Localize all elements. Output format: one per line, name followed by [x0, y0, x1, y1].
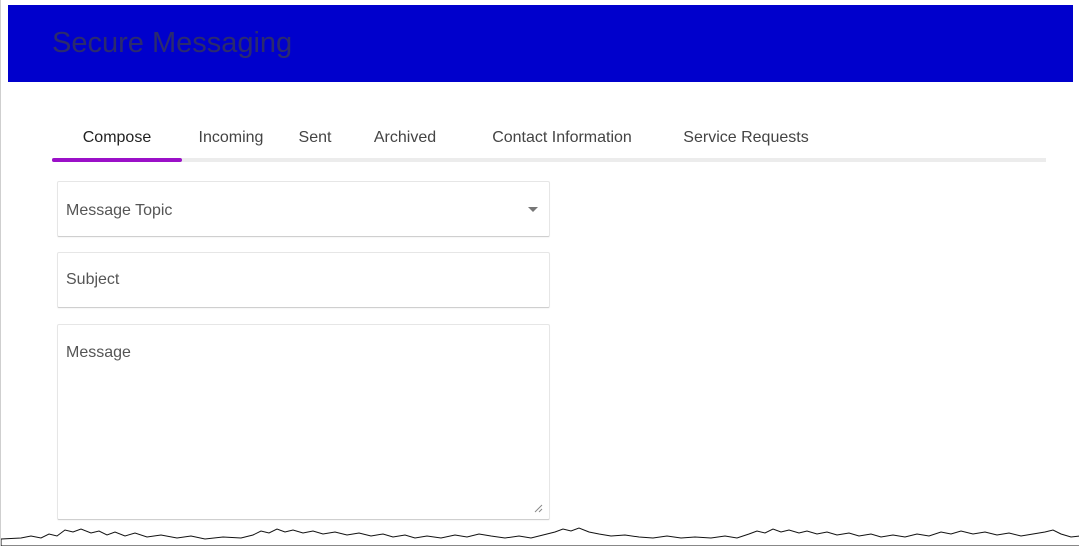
message-field — [57, 324, 550, 520]
resize-handle-icon[interactable] — [533, 503, 543, 513]
tab-compose[interactable]: Compose — [52, 117, 182, 162]
page-title: Secure Messaging — [52, 27, 293, 59]
message-topic-select[interactable]: Message Topic — [57, 181, 550, 237]
subject-field — [57, 252, 550, 308]
message-textarea[interactable] — [58, 325, 549, 519]
torn-edge-decoration — [1, 527, 1079, 546]
app-header: Secure Messaging — [8, 5, 1073, 82]
tab-incoming[interactable]: Incoming — [182, 117, 280, 158]
tab-bar: Compose Incoming Sent Archived Contact I… — [52, 117, 1046, 162]
message-topic-placeholder: Message Topic — [66, 202, 173, 219]
page: Secure Messaging Compose Incoming Sent A… — [0, 0, 1079, 546]
chevron-down-icon — [528, 207, 538, 212]
tab-sent[interactable]: Sent — [280, 117, 350, 158]
subject-input[interactable] — [58, 253, 549, 307]
tab-contact-information[interactable]: Contact Information — [460, 117, 664, 158]
tab-service-requests[interactable]: Service Requests — [664, 117, 828, 158]
tab-archived[interactable]: Archived — [350, 117, 460, 158]
